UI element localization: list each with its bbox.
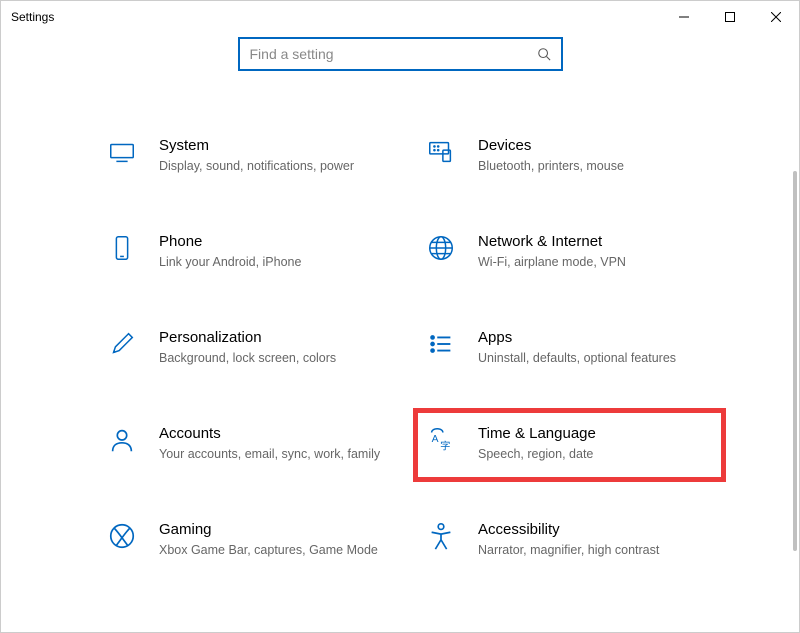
tile-title: Devices [478,137,715,154]
window-title: Settings [11,10,54,24]
settings-grid: System Display, sound, notifications, po… [21,101,779,582]
paintbrush-icon [105,327,139,361]
search-input[interactable] [250,46,537,62]
svg-text:A: A [432,434,439,445]
xbox-icon [105,519,139,553]
tile-desc: Display, sound, notifications, power [159,158,396,175]
tile-title: Network & Internet [478,233,715,250]
tile-devices[interactable]: Devices Bluetooth, printers, mouse [420,131,719,179]
window-controls [661,1,799,33]
maximize-button[interactable] [707,1,753,33]
tile-time-language[interactable]: A字 Time & Language Speech, region, date [413,408,726,482]
tile-desc: Your accounts, email, sync, work, family [159,446,396,463]
devices-icon [424,135,458,169]
tile-title: Accessibility [478,521,715,538]
person-icon [105,423,139,457]
tile-desc: Uninstall, defaults, optional features [478,350,715,367]
titlebar: Settings [1,1,799,33]
search-container [21,33,779,101]
search-box[interactable] [238,37,563,71]
scrollbar[interactable] [792,33,798,631]
tile-accounts[interactable]: Accounts Your accounts, email, sync, wor… [101,419,400,467]
minimize-button[interactable] [661,1,707,33]
svg-text:字: 字 [440,439,450,452]
tile-desc: Bluetooth, printers, mouse [478,158,715,175]
apps-list-icon [424,327,458,361]
monitor-icon [105,135,139,169]
language-icon: A字 [424,423,458,457]
globe-icon [424,231,458,265]
tile-title: Apps [478,329,715,346]
tile-title: Accounts [159,425,396,442]
settings-window: Settings [0,0,800,633]
tile-network[interactable]: Network & Internet Wi-Fi, airplane mode,… [420,227,719,275]
tile-desc: Narrator, magnifier, high contrast [478,542,715,559]
content-area: System Display, sound, notifications, po… [1,33,799,632]
scrollbar-thumb[interactable] [793,171,797,551]
tile-desc: Background, lock screen, colors [159,350,396,367]
tile-title: Time & Language [478,425,715,442]
tile-accessibility[interactable]: Accessibility Narrator, magnifier, high … [420,515,719,563]
tile-apps[interactable]: Apps Uninstall, defaults, optional featu… [420,323,719,371]
tile-phone[interactable]: Phone Link your Android, iPhone [101,227,400,275]
tile-desc: Wi-Fi, airplane mode, VPN [478,254,715,271]
phone-icon [105,231,139,265]
tile-personalization[interactable]: Personalization Background, lock screen,… [101,323,400,371]
tile-gaming[interactable]: Gaming Xbox Game Bar, captures, Game Mod… [101,515,400,563]
tile-desc: Xbox Game Bar, captures, Game Mode [159,542,396,559]
tile-desc: Speech, region, date [478,446,715,463]
tile-title: Phone [159,233,396,250]
tile-title: Gaming [159,521,396,538]
accessibility-icon [424,519,458,553]
tile-title: System [159,137,396,154]
close-button[interactable] [753,1,799,33]
tile-system[interactable]: System Display, sound, notifications, po… [101,131,400,179]
tile-desc: Link your Android, iPhone [159,254,396,271]
search-icon [537,47,551,61]
tile-title: Personalization [159,329,396,346]
